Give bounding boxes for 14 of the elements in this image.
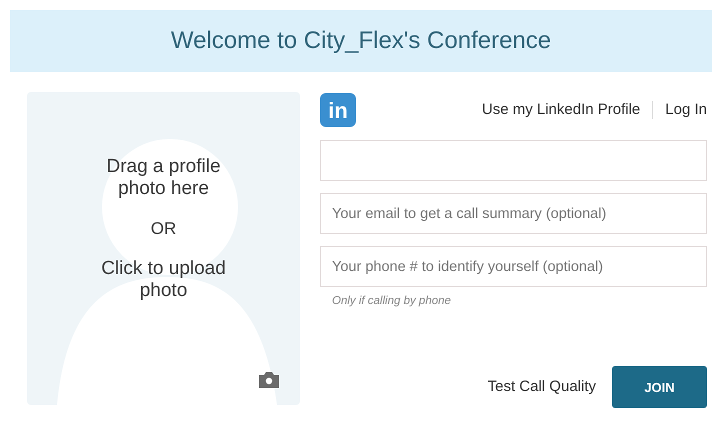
login-link[interactable]: Log In [665, 98, 707, 122]
camera-icon[interactable] [259, 372, 279, 388]
upload-photo-text: Click to upload photo [100, 258, 227, 302]
header-title: Welcome to City_Flex's Conference [170, 26, 552, 56]
hint-text: Only if calling by phone [332, 294, 452, 309]
photo-upload-area[interactable]: Drag a profile photo here OR Click to upload photo [27, 92, 300, 405]
input-field[interactable]: Your phone # to identify yourself (optional) [320, 246, 707, 287]
test-call-quality-link[interactable]: Test Call Quality [488, 376, 596, 398]
or-text: OR [150, 218, 176, 240]
drag-photo-text: Drag a profile photo here [105, 156, 222, 200]
linkedin-profile-link[interactable]: Use my LinkedIn Profile [482, 98, 640, 122]
input-field[interactable] [320, 140, 707, 181]
join-button[interactable]: JOIN [612, 366, 707, 408]
input-field[interactable]: Your email to get a call summary (optional) [320, 193, 707, 234]
